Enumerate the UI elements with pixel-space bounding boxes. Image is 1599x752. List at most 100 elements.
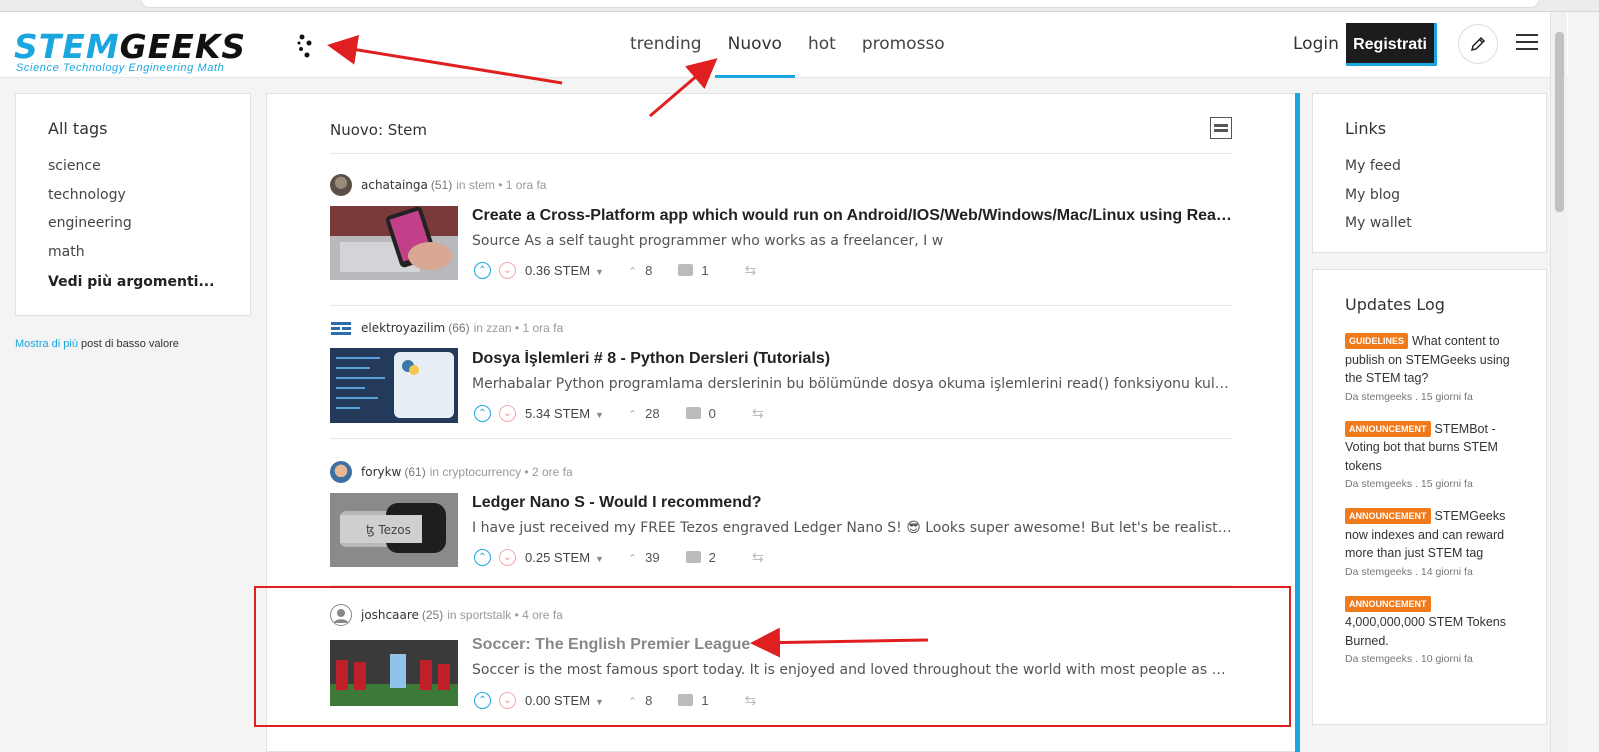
chevron-up-icon: ⌃ — [627, 695, 638, 708]
stemgeeks-logo[interactable]: STEMGEEKS Science Technology Engineering… — [14, 30, 314, 75]
post-title[interactable]: Soccer: The English Premier League — [472, 636, 1232, 654]
chevron-up-icon: ⌃ — [627, 552, 638, 565]
more-topics-link[interactable]: Vedi più argomenti... — [48, 268, 218, 297]
downvote-icon[interactable]: ⌄ — [499, 404, 516, 422]
post-payout[interactable]: 0.00 STEM ▼ — [525, 693, 604, 708]
site-header: STEMGEEKS Science Technology Engineering… — [0, 12, 1568, 78]
login-link[interactable]: Login — [1293, 12, 1339, 76]
post-payout[interactable]: 5.34 STEM ▼ — [525, 406, 604, 421]
post-payout[interactable]: 0.25 STEM ▼ — [525, 550, 604, 565]
update-item: GUIDELINES What content to publish on STE… — [1345, 332, 1514, 404]
avatar[interactable] — [330, 604, 352, 626]
downvote-icon[interactable]: ⌄ — [499, 548, 516, 566]
post-summary[interactable]: I have just received my FREE Tezos engra… — [472, 520, 1232, 536]
nav-trending[interactable]: trending — [630, 12, 715, 78]
vote-count[interactable]: ⌃ 8 — [628, 693, 652, 708]
post-payout[interactable]: 0.36 STEM ▼ — [525, 263, 604, 278]
post-thumbnail[interactable] — [330, 640, 458, 706]
tag-science[interactable]: science — [48, 152, 218, 181]
update-badge[interactable]: ANNOUNCEMENT — [1345, 420, 1431, 437]
post-author[interactable]: forykw — [361, 465, 401, 479]
updates-log-card: Updates Log GUIDELINES What content to pu… — [1312, 269, 1547, 725]
caret-down-icon: ▼ — [595, 696, 604, 707]
post-summary[interactable]: Merhabalar Python programlama derslerini… — [472, 376, 1232, 392]
comment-icon — [685, 551, 701, 563]
avatar[interactable] — [330, 461, 352, 483]
nav-nuovo[interactable]: Nuovo — [714, 12, 795, 78]
tag-math[interactable]: math — [48, 238, 218, 267]
post-thumbnail[interactable] — [330, 348, 458, 423]
post-meta: in stem • 1 ora fa — [456, 178, 547, 192]
post-meta: in zzan • 1 ora fa — [473, 321, 564, 335]
post-summary[interactable]: Soccer is the most famous sport today. I… — [472, 662, 1232, 678]
upvote-icon[interactable]: ⌃ — [474, 261, 491, 279]
updates-log-title: Updates Log — [1345, 295, 1445, 314]
vote-count[interactable]: ⌃ 8 — [628, 263, 652, 278]
link-my-feed[interactable]: My feed — [1345, 152, 1514, 181]
post-actions: ⌃ ⌄ 0.36 STEM ▼ ⌃ 8 1 ⇆ — [474, 260, 756, 280]
page-scrollbar[interactable] — [1550, 12, 1567, 752]
comment-count[interactable]: 2 — [685, 550, 716, 565]
comment-count[interactable]: 0 — [685, 406, 716, 421]
post-thumbnail[interactable]: ꜩ Tezos — [330, 493, 458, 567]
post-title[interactable]: Ledger Nano S - Would I recommend? — [472, 494, 1232, 512]
links-title: Links — [1345, 119, 1387, 138]
vote-count[interactable]: ⌃ 39 — [628, 550, 660, 565]
update-badge[interactable]: GUIDELINES — [1345, 333, 1409, 349]
downvote-icon[interactable]: ⌄ — [499, 261, 516, 279]
upvote-icon[interactable]: ⌃ — [474, 548, 491, 566]
nav-promosso[interactable]: promosso — [849, 12, 958, 78]
post-summary[interactable]: Source As a self taught programmer who w… — [472, 233, 1232, 249]
layout-toggle-icon[interactable] — [1210, 117, 1232, 139]
link-my-blog[interactable]: My blog — [1345, 181, 1514, 210]
update-title[interactable]: 4,000,000,000 STEM Tokens Burned. — [1345, 615, 1506, 648]
nav-hot[interactable]: hot — [795, 12, 849, 78]
hamburger-menu-icon[interactable] — [1516, 34, 1538, 56]
main-nav: trending Nuovo hot promosso — [630, 12, 958, 78]
reblog-icon[interactable]: ⇆ — [752, 405, 764, 422]
write-post-button[interactable] — [1458, 24, 1498, 64]
tag-engineering[interactable]: engineering — [48, 209, 218, 238]
caret-down-icon: ▼ — [595, 409, 604, 420]
register-button[interactable]: Registrati — [1346, 23, 1437, 66]
post-thumbnail[interactable] — [330, 206, 458, 280]
post-actions: ⌃ ⌄ 5.34 STEM ▼ ⌃ 28 0 ⇆ — [474, 403, 764, 423]
avatar[interactable] — [330, 317, 352, 339]
upvote-icon[interactable]: ⌃ — [474, 404, 491, 422]
update-badge[interactable]: ANNOUNCEMENT — [1345, 595, 1431, 612]
logo-subtitle: Science Technology Engineering Math — [16, 62, 225, 74]
vote-count[interactable]: ⌃ 28 — [628, 406, 660, 421]
post-meta: in sportstalk • 4 ore fa — [447, 608, 563, 622]
chevron-up-icon: ⌃ — [627, 408, 638, 421]
update-author: Da stemgeeks . 15 giorni fa — [1345, 390, 1473, 403]
logo-stem-text: STEM — [14, 27, 120, 66]
feed-accent-bar — [1295, 93, 1300, 752]
downvote-icon[interactable]: ⌄ — [499, 691, 516, 709]
low-value-posts: Mostra di più post di basso valore — [15, 338, 179, 350]
post-title[interactable]: Dosya İşlemleri # 8 - Python Dersleri (T… — [472, 350, 1232, 368]
update-author: Da stemgeeks . 14 giorni fa — [1345, 565, 1473, 578]
logo-geeks-text: GEEKS — [119, 27, 247, 66]
all-tags-card: All tags science technology engineering … — [15, 93, 251, 316]
reblog-icon[interactable]: ⇆ — [745, 692, 757, 709]
post-author[interactable]: joshcaare — [361, 608, 419, 622]
post-title[interactable]: Create a Cross-Platform app which would … — [472, 207, 1232, 225]
scrollbar-thumb[interactable] — [1555, 32, 1564, 212]
comment-count[interactable]: 1 — [678, 693, 709, 708]
address-bar[interactable] — [140, 0, 1540, 8]
post-author[interactable]: achatainga — [361, 178, 428, 192]
reblog-icon[interactable]: ⇆ — [752, 549, 764, 566]
reblog-icon[interactable]: ⇆ — [745, 262, 757, 279]
link-my-wallet[interactable]: My wallet — [1345, 209, 1514, 238]
tag-technology[interactable]: technology — [48, 181, 218, 210]
comment-count[interactable]: 1 — [678, 263, 709, 278]
comment-icon — [678, 264, 694, 276]
update-badge[interactable]: ANNOUNCEMENT — [1345, 508, 1431, 524]
upvote-icon[interactable]: ⌃ — [474, 691, 491, 709]
post-author[interactable]: elektroyazilim — [361, 321, 445, 335]
author-reputation: (25) — [421, 608, 444, 622]
feed-title: Nuovo: Stem — [330, 121, 428, 139]
avatar[interactable] — [330, 174, 352, 196]
show-more-link[interactable]: Mostra di più — [15, 338, 78, 350]
post-actions: ⌃ ⌄ 0.25 STEM ▼ ⌃ 39 2 ⇆ — [474, 547, 764, 567]
